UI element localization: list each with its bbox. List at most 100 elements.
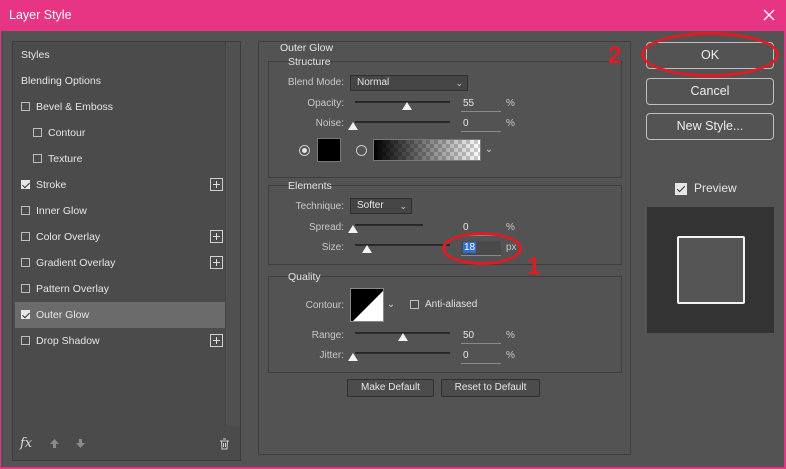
cancel-button[interactable]: Cancel (646, 78, 774, 105)
style-item-checkbox[interactable] (33, 154, 42, 163)
range-unit: % (506, 330, 515, 341)
annotation-number-1: 1 (527, 253, 541, 280)
style-item-label: Bevel & Emboss (36, 101, 114, 113)
contour-picker[interactable] (350, 288, 384, 322)
spread-slider[interactable] (355, 224, 423, 226)
style-item-drop-shadow[interactable]: Drop Shadow (15, 328, 225, 354)
new-style-button[interactable]: New Style... (646, 113, 774, 140)
close-icon[interactable] (760, 5, 778, 25)
noise-input[interactable]: 0 (461, 117, 501, 132)
reset-to-default-button[interactable]: Reset to Default (441, 379, 540, 397)
size-label: Size: (321, 242, 344, 253)
add-effect-plus-icon[interactable] (210, 256, 223, 269)
solid-color-radio[interactable] (299, 145, 310, 156)
style-item-styles[interactable]: Styles (15, 42, 225, 68)
jitter-slider[interactable] (355, 352, 450, 354)
blend-mode-value: Normal (357, 77, 390, 88)
style-item-bevel-emboss[interactable]: Bevel & Emboss (15, 94, 225, 120)
range-slider-thumb[interactable] (398, 333, 408, 341)
style-item-checkbox[interactable] (21, 180, 30, 189)
style-item-checkbox[interactable] (21, 232, 30, 241)
spread-slider-thumb[interactable] (348, 225, 358, 233)
style-item-pattern-overlay[interactable]: Pattern Overlay (15, 276, 225, 302)
style-item-checkbox[interactable] (21, 310, 30, 319)
size-value-selected: 18 (463, 242, 477, 253)
add-effect-plus-icon[interactable] (210, 334, 223, 347)
noise-label: Noise: (315, 118, 344, 129)
add-effect-plus-icon[interactable] (210, 230, 223, 243)
opacity-label: Opacity: (307, 98, 344, 109)
ok-button[interactable]: OK (646, 42, 774, 69)
opacity-input[interactable]: 55 (461, 97, 501, 112)
noise-unit: % (506, 118, 515, 129)
technique-value: Softer (357, 200, 384, 211)
style-item-checkbox[interactable] (21, 284, 30, 293)
anti-aliased-label: Anti-aliased (425, 299, 478, 310)
size-slider-thumb[interactable] (362, 245, 372, 253)
glow-gradient-picker[interactable] (373, 139, 481, 161)
gradient-chevron-down-icon[interactable]: ⌄ (483, 139, 495, 161)
annotation-number-2: 2 (608, 42, 622, 69)
style-item-label: Pattern Overlay (36, 283, 109, 295)
preview-square (677, 236, 745, 304)
style-item-gradient-overlay[interactable]: Gradient Overlay (15, 250, 225, 276)
style-item-texture[interactable]: Texture (15, 146, 225, 172)
style-item-label: Gradient Overlay (36, 257, 116, 269)
jitter-input[interactable]: 0 (461, 349, 501, 364)
spread-unit: % (506, 222, 515, 233)
anti-aliased-checkbox[interactable] (410, 300, 419, 309)
style-item-contour[interactable]: Contour (15, 120, 225, 146)
style-item-label: Outer Glow (36, 309, 90, 321)
move-down-icon[interactable] (75, 438, 86, 452)
style-item-checkbox[interactable] (21, 336, 30, 345)
move-up-icon[interactable] (49, 438, 60, 452)
contour-label: Contour: (305, 300, 344, 311)
size-unit: px (506, 242, 517, 253)
style-item-label: Texture (48, 153, 83, 165)
style-item-label: Drop Shadow (36, 335, 100, 347)
style-item-inner-glow[interactable]: Inner Glow (15, 198, 225, 224)
style-item-checkbox[interactable] (21, 102, 30, 111)
trash-icon[interactable] (219, 438, 230, 453)
spread-label: Spread: (308, 222, 344, 233)
style-item-color-overlay[interactable]: Color Overlay (15, 224, 225, 250)
style-item-checkbox[interactable] (21, 258, 30, 267)
size-input[interactable]: 18 (461, 241, 501, 256)
structure-title: Structure (288, 56, 331, 68)
gradient-radio[interactable] (356, 145, 367, 156)
blend-mode-label: Blend Mode: (287, 77, 344, 88)
noise-slider-thumb[interactable] (348, 122, 358, 130)
style-item-label: Color Overlay (36, 231, 101, 243)
style-item-checkbox[interactable] (33, 128, 42, 137)
preview-checkbox[interactable] (675, 183, 687, 195)
make-default-button[interactable]: Make Default (347, 379, 434, 397)
quality-title: Quality (288, 271, 321, 283)
style-item-label: Stroke (36, 179, 67, 191)
opacity-slider-thumb[interactable] (402, 102, 412, 110)
opacity-unit: % (506, 98, 515, 109)
styles-list-toolbar: fx (13, 430, 240, 460)
style-item-checkbox[interactable] (21, 206, 30, 215)
glow-color-swatch[interactable] (317, 138, 341, 162)
noise-slider[interactable] (355, 121, 450, 123)
preview-thumbnail (647, 207, 774, 333)
technique-label: Technique: (295, 201, 344, 212)
styles-list-scrollbar[interactable] (225, 42, 240, 426)
style-item-label: Inner Glow (36, 205, 87, 217)
style-item-label: Blending Options (21, 75, 101, 87)
spread-input[interactable]: 0 (461, 221, 501, 236)
style-item-stroke[interactable]: Stroke (15, 172, 225, 198)
jitter-slider-thumb[interactable] (348, 353, 358, 361)
window-title: Layer Style (9, 8, 72, 22)
styles-list-panel: Styles Blending Options Bevel & Emboss Cont… (12, 41, 241, 461)
contour-chevron-down-icon[interactable]: ⌄ (385, 294, 397, 316)
blend-mode-select[interactable]: Normal ⌄ (350, 75, 468, 91)
jitter-label: Jitter: (319, 350, 344, 361)
technique-select[interactable]: Softer ⌄ (350, 198, 412, 214)
range-input[interactable]: 50 (461, 329, 501, 344)
style-item-blending-options[interactable]: Blending Options (15, 68, 225, 94)
style-item-outer-glow[interactable]: Outer Glow (15, 302, 225, 328)
chevron-down-icon: ⌄ (399, 201, 407, 211)
add-effect-plus-icon[interactable] (210, 178, 223, 191)
fx-icon[interactable]: fx (20, 436, 32, 451)
